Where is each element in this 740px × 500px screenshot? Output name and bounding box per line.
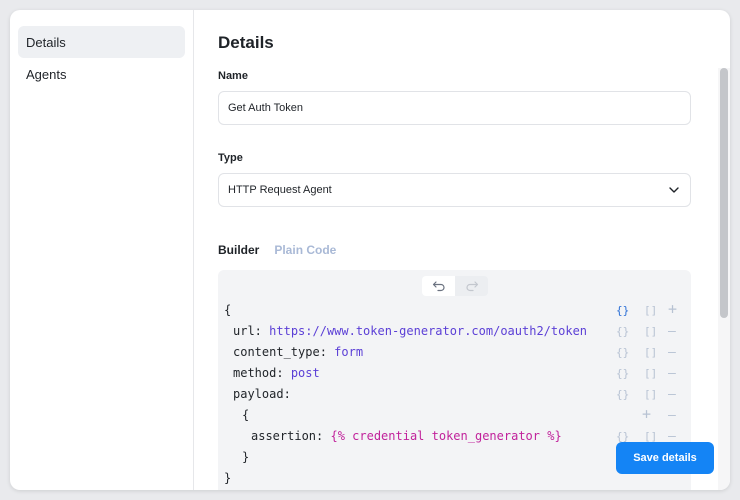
code-line-method: method: post	[233, 363, 320, 384]
code-line-open: {	[224, 300, 231, 321]
sidebar-item-label: Details	[26, 34, 66, 50]
name-input[interactable]: Get Auth Token	[218, 91, 691, 125]
object-toggle-icon[interactable]: {}	[616, 321, 629, 342]
sidebar-item-details[interactable]: Details	[18, 26, 185, 58]
method-key: method:	[233, 366, 284, 380]
close-brace: }	[224, 471, 232, 485]
remove-icon[interactable]: —	[668, 321, 676, 342]
array-toggle-icon[interactable]: []	[644, 321, 657, 342]
payload-key: payload:	[233, 387, 291, 401]
main-panel: Details Name Get Auth Token Type HTTP Re…	[194, 10, 730, 490]
name-input-value: Get Auth Token	[228, 102, 304, 114]
editor-tabs: Builder Plain Code	[218, 243, 336, 257]
remove-icon[interactable]: —	[668, 342, 676, 363]
code-line-payload: payload:	[233, 384, 291, 405]
array-toggle-icon[interactable]: []	[644, 342, 657, 363]
code-line-close: }	[224, 468, 231, 489]
code-line-assertion: assertion: {% credential token_generator…	[251, 426, 562, 447]
payload-close-brace: }	[242, 450, 250, 464]
undo-redo-group	[422, 276, 488, 296]
code-line-content-type: content_type: form	[233, 342, 363, 363]
save-details-button[interactable]: Save details	[616, 442, 714, 474]
redo-icon	[465, 281, 478, 292]
tab-builder[interactable]: Builder	[218, 243, 259, 257]
code-line-payload-close: }	[242, 447, 249, 468]
remove-icon[interactable]: —	[668, 384, 676, 405]
scrollbar-thumb[interactable]	[720, 68, 728, 318]
add-icon[interactable]: +	[642, 404, 651, 425]
name-label: Name	[218, 70, 248, 82]
type-select-value: HTTP Request Agent	[228, 184, 332, 196]
assertion-key: assertion:	[251, 429, 324, 443]
chevron-down-icon	[667, 183, 681, 197]
agent-editor-window: Details Agents Details Name Get Auth Tok…	[10, 10, 730, 490]
add-icon[interactable]: +	[668, 299, 677, 320]
code-line-url: url: https://www.token-generator.com/oau…	[233, 321, 587, 342]
array-toggle-icon[interactable]: []	[644, 300, 657, 321]
content-type-value[interactable]: form	[334, 345, 363, 359]
code-line-payload-open: {	[242, 405, 249, 426]
undo-icon	[432, 281, 445, 292]
sidebar: Details Agents	[10, 10, 194, 490]
object-toggle-icon[interactable]: {}	[616, 342, 629, 363]
redo-button[interactable]	[455, 276, 488, 296]
assertion-value[interactable]: {% credential token_generator %}	[330, 429, 561, 443]
object-toggle-icon[interactable]: {}	[616, 300, 629, 321]
type-select[interactable]: HTTP Request Agent	[218, 173, 691, 207]
page-title: Details	[218, 33, 274, 52]
sidebar-item-label: Agents	[26, 66, 67, 82]
tab-plain-code[interactable]: Plain Code	[274, 243, 336, 257]
array-toggle-icon[interactable]: []	[644, 384, 657, 405]
open-brace: {	[224, 303, 232, 317]
content-type-key: content_type:	[233, 345, 327, 359]
method-value[interactable]: post	[291, 366, 320, 380]
remove-icon[interactable]: —	[668, 405, 676, 426]
array-toggle-icon[interactable]: []	[644, 363, 657, 384]
url-value[interactable]: https://www.token-generator.com/oauth2/t…	[269, 324, 587, 338]
object-toggle-icon[interactable]: {}	[616, 384, 629, 405]
url-key: url:	[233, 324, 262, 338]
sidebar-item-agents[interactable]: Agents	[18, 58, 185, 90]
undo-button[interactable]	[422, 276, 455, 296]
object-toggle-icon[interactable]: {}	[616, 363, 629, 384]
type-label: Type	[218, 152, 243, 164]
payload-open-brace: {	[242, 408, 250, 422]
remove-icon[interactable]: —	[668, 363, 676, 384]
